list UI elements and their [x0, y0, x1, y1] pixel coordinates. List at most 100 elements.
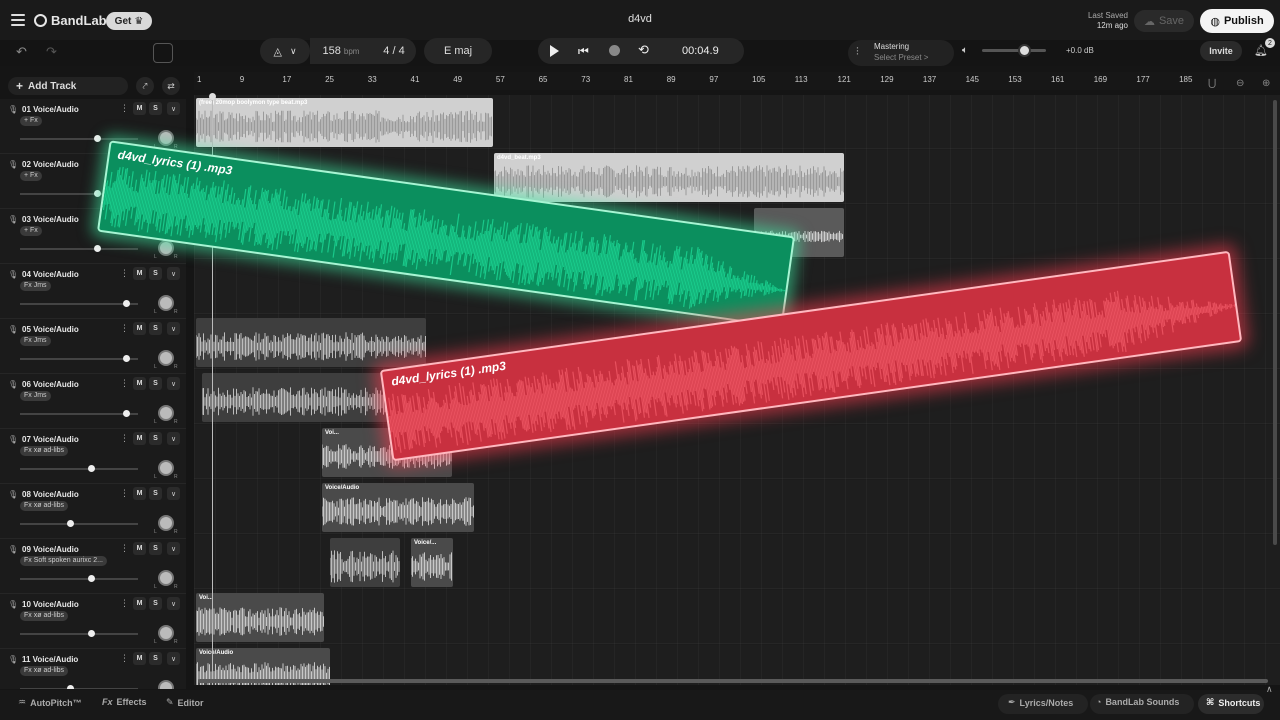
- audio-clip[interactable]: [330, 538, 400, 587]
- solo-button[interactable]: S: [149, 102, 162, 115]
- track-name[interactable]: 03 Voice/Audio: [22, 215, 79, 224]
- track-volume-knob[interactable]: [123, 355, 130, 362]
- track-fx-badge[interactable]: Fx Jms: [20, 391, 51, 401]
- pan-knob[interactable]: [158, 405, 174, 421]
- solo-button[interactable]: S: [149, 432, 162, 445]
- track-name[interactable]: 09 Voice/Audio: [22, 545, 79, 554]
- audio-clip[interactable]: d4vd_beat.mp3: [494, 153, 844, 202]
- track-more-icon[interactable]: ⋮: [120, 653, 129, 664]
- chevron-down-icon[interactable]: ∨: [167, 487, 180, 500]
- track-volume-knob[interactable]: [94, 135, 101, 142]
- track-header[interactable]: 🎙︎ 10 Voice/Audio Fx xø ad-libs ⋮ M S ∨ L R: [0, 594, 186, 649]
- get-membership-button[interactable]: Get ♛: [106, 12, 152, 30]
- publish-button[interactable]: ◍ Publish: [1200, 9, 1274, 33]
- track-volume-slider[interactable]: [20, 523, 138, 525]
- audio-clip[interactable]: [196, 318, 426, 367]
- tempo-field[interactable]: 158 bpm: [310, 38, 372, 64]
- track-volume-knob[interactable]: [123, 300, 130, 307]
- magnet-icon[interactable]: ⋃: [1208, 78, 1216, 89]
- audio-clip[interactable]: [202, 373, 392, 422]
- pan-knob[interactable]: [158, 350, 174, 366]
- invite-button[interactable]: Invite: [1200, 41, 1242, 61]
- track-header[interactable]: 🎙︎ 07 Voice/Audio Fx xø ad-libs ⋮ M S ∨ L R: [0, 429, 186, 484]
- menu-icon[interactable]: [11, 14, 25, 26]
- undo-icon[interactable]: ↶: [16, 44, 27, 60]
- track-fx-badge[interactable]: Fx Jms: [20, 281, 51, 291]
- record-button[interactable]: [609, 45, 620, 56]
- lyrics-notes-button[interactable]: ✒ Lyrics/Notes: [1008, 697, 1073, 708]
- track-name[interactable]: 07 Voice/Audio: [22, 435, 79, 444]
- track-name[interactable]: 06 Voice/Audio: [22, 380, 79, 389]
- track-more-icon[interactable]: ⋮: [120, 268, 129, 279]
- track-volume-slider[interactable]: [20, 413, 138, 415]
- key-field[interactable]: E maj: [424, 38, 492, 64]
- chevron-down-icon[interactable]: ∨: [167, 377, 180, 390]
- pan-knob[interactable]: [158, 130, 174, 146]
- zoom-out-icon[interactable]: ⊖: [1236, 78, 1244, 89]
- chevron-down-icon[interactable]: ∨: [167, 542, 180, 555]
- solo-button[interactable]: S: [149, 652, 162, 665]
- track-header[interactable]: 🎙︎ 04 Voice/Audio Fx Jms ⋮ M S ∨ L R: [0, 264, 186, 319]
- timeline-ruler[interactable]: 1 9 17 25 33 41 49 57 65 73 81 89 97 105 113 121 129 137 1…: [194, 72, 1280, 90]
- track-fx-badge[interactable]: Fx xø ad-libs: [20, 446, 69, 456]
- track-volume-slider[interactable]: [20, 578, 138, 580]
- shortcuts-button[interactable]: ⌘ Shortcuts: [1206, 697, 1262, 708]
- track-fx-badge[interactable]: Fx xø ad-libs: [20, 501, 69, 511]
- track-header[interactable]: 🎙︎ 05 Voice/Audio Fx Jms ⋮ M S ∨ L R: [0, 319, 186, 374]
- track-more-icon[interactable]: ⋮: [120, 378, 129, 389]
- chevron-down-icon[interactable]: ∨: [167, 432, 180, 445]
- track-more-icon[interactable]: ⋮: [120, 433, 129, 444]
- horizontal-scrollbar[interactable]: [198, 679, 1268, 683]
- solo-button[interactable]: S: [149, 267, 162, 280]
- track-settings-icon[interactable]: ⇄: [162, 77, 180, 95]
- track-header[interactable]: 🎙︎ 06 Voice/Audio Fx Jms ⋮ M S ∨ L R: [0, 374, 186, 429]
- track-more-icon[interactable]: ⋮: [120, 598, 129, 609]
- zoom-in-icon[interactable]: ⊕: [1262, 78, 1270, 89]
- solo-button[interactable]: S: [149, 597, 162, 610]
- pan-knob[interactable]: [158, 570, 174, 586]
- track-volume-slider[interactable]: [20, 468, 138, 470]
- mute-button[interactable]: M: [133, 102, 146, 115]
- chevron-down-icon[interactable]: ∨: [167, 102, 180, 115]
- mute-button[interactable]: M: [133, 597, 146, 610]
- track-volume-knob[interactable]: [94, 245, 101, 252]
- mute-button[interactable]: M: [133, 652, 146, 665]
- chevron-down-icon[interactable]: ∨: [167, 322, 180, 335]
- track-more-icon[interactable]: ⋮: [120, 543, 129, 554]
- mastering-button[interactable]: ⫶ Mastering Select Preset >: [848, 40, 954, 66]
- chevron-down-icon[interactable]: ∨: [167, 652, 180, 665]
- solo-button[interactable]: S: [149, 487, 162, 500]
- rewind-icon[interactable]: ⏮: [578, 44, 589, 59]
- track-name[interactable]: 10 Voice/Audio: [22, 600, 79, 609]
- track-fx-badge[interactable]: + Fx: [20, 171, 42, 181]
- bandlab-sounds-button[interactable]: ◔ BandLab Sounds: [1096, 697, 1179, 707]
- track-fx-badge[interactable]: + Fx: [20, 226, 42, 236]
- editor-button[interactable]: ✎ Editor: [166, 697, 204, 708]
- add-track-button[interactable]: + Add Track: [8, 77, 128, 95]
- effects-button[interactable]: Fx Effects: [102, 697, 147, 707]
- track-volume-slider[interactable]: [20, 303, 138, 305]
- play-button[interactable]: [550, 45, 559, 57]
- automation-icon[interactable]: ⤤: [136, 77, 154, 95]
- track-volume-slider[interactable]: [20, 688, 138, 689]
- redo-icon[interactable]: ↷: [46, 44, 57, 60]
- track-volume-knob[interactable]: [67, 685, 74, 689]
- solo-button[interactable]: S: [149, 542, 162, 555]
- master-volume-knob[interactable]: [1018, 44, 1031, 57]
- pan-knob[interactable]: [158, 625, 174, 641]
- loop-icon[interactable]: ⟲: [638, 42, 649, 58]
- track-name[interactable]: 04 Voice/Audio: [22, 270, 79, 279]
- chevron-down-icon[interactable]: ∨: [167, 597, 180, 610]
- track-more-icon[interactable]: ⋮: [120, 103, 129, 114]
- track-header[interactable]: 🎙︎ 09 Voice/Audio Fx Soft spoken aurixc 2.…: [0, 539, 186, 594]
- track-volume-slider[interactable]: [20, 248, 138, 250]
- track-volume-knob[interactable]: [123, 410, 130, 417]
- solo-button[interactable]: S: [149, 322, 162, 335]
- mute-button[interactable]: M: [133, 322, 146, 335]
- time-signature-field[interactable]: 4 / 4: [372, 38, 416, 64]
- track-volume-knob[interactable]: [88, 465, 95, 472]
- track-volume-slider[interactable]: [20, 633, 138, 635]
- playhead-handle[interactable]: [209, 93, 216, 100]
- track-volume-slider[interactable]: [20, 358, 138, 360]
- track-name[interactable]: 01 Voice/Audio: [22, 105, 79, 114]
